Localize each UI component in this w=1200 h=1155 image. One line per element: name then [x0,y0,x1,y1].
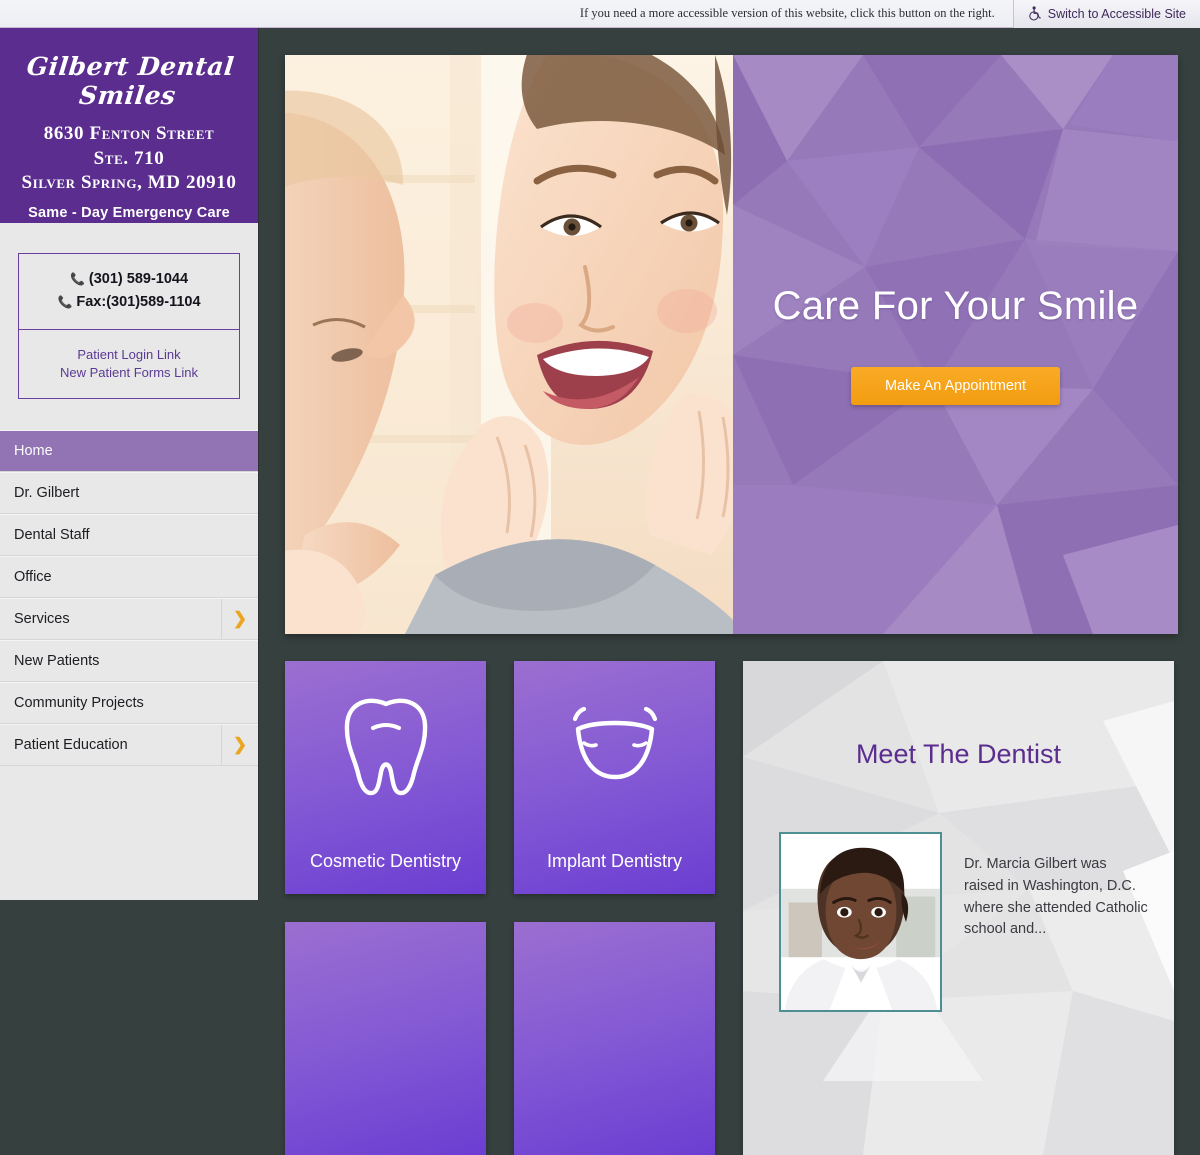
sidebar-item-dr-gilbert[interactable]: Dr. Gilbert [0,472,258,515]
sidebar-item-patient-education[interactable]: Patient Education ❯ [0,724,258,767]
dentist-portrait-illustration [781,834,940,1010]
dentist-avatar [779,832,942,1012]
make-an-appointment-button[interactable]: Make An Appointment [850,367,1061,405]
hero-title: Care For Your Smile [772,284,1139,328]
smile-icon [572,706,657,780]
service-card-label: Cosmetic Dentistry [309,851,462,871]
switch-to-accessible-site-button[interactable]: Switch to Accessible Site [1012,0,1200,28]
phone-number: (301) 589-1044 [88,271,189,287]
hero-panel: Care For Your Smile Make An Appointment [733,55,1178,634]
dentist-bio-text: Dr. Marcia Gilbert was raised in Washing… [964,856,1148,938]
chevron-right-icon[interactable]: ❯ [221,599,258,640]
address-line-1: 8630 Fenton Street [43,123,215,144]
accessibility-note: If you need a more accessible version of… [579,6,995,20]
service-card-label: Implant Dentistry [546,851,683,871]
meet-the-dentist-panel[interactable]: Meet The Dentist Dr. Marcia Gilbert was … [743,661,1174,1155]
sidebar-item-label: Office [14,569,52,586]
switch-to-accessible-site-label: Switch to Accessible Site [1047,6,1186,21]
address-line-3: Silver Spring, MD 20910 [21,172,237,194]
sidebar-item-label: Community Projects [14,695,144,712]
phone-number-row[interactable]: 📞 (301) 589-1044 [27,268,231,291]
service-card-implant-dentistry[interactable]: Implant Dentistry [514,661,715,894]
address-line-2: Ste. 710 [93,147,165,169]
main-navigation: Home Dr. Gilbert Dental Staff Office Ser… [0,430,258,767]
sidebar-item-dental-staff[interactable]: Dental Staff [0,514,258,557]
sidebar-item-new-patients[interactable]: New Patients [0,640,258,683]
sidebar-item-community-projects[interactable]: Community Projects [0,682,258,725]
sidebar-item-label: Home [14,443,53,460]
sidebar-item-office[interactable]: Office [0,556,258,599]
sidebar-item-label: Dr. Gilbert [14,485,80,502]
phone-box: 📞 (301) 589-1044 📞 Fax:(301)589-1104 [18,253,240,331]
sidebar-item-label: Services [14,611,70,628]
practice-logo-block[interactable]: Gilbert Dental Smiles 8630 Fenton Street… [0,28,258,223]
hero-lowpoly-background [733,55,1178,634]
service-card-3[interactable] [285,922,486,1155]
hero-photo [285,55,733,634]
patient-login-link[interactable]: Patient Login Link [27,346,231,364]
fax-number: Fax:(301)589-1104 [76,294,201,311]
practice-name: Gilbert Dental Smiles [25,52,236,110]
new-patient-forms-link[interactable]: New Patient Forms Link [27,364,231,382]
sidebar-item-label: New Patients [14,653,100,670]
main-content: Care For Your Smile Make An Appointment … [259,28,1200,1155]
dentist-body: Dr. Marcia Gilbert was raised in Washing… [743,770,1174,1012]
service-card-4[interactable] [514,922,715,1155]
fax-number-row: 📞 Fax:(301)589-1104 [27,291,231,314]
phone-icon: 📞 [57,295,73,310]
sidebar-item-label: Dental Staff [14,527,90,544]
chevron-right-icon[interactable]: ❯ [221,725,258,766]
emergency-care-tagline: Same - Day Emergency Care [28,205,230,222]
services-and-dentist-row: Cosmetic Dentistry Implant Dentistry Mee… [285,661,1178,1155]
hero-banner: Care For Your Smile Make An Appointment [285,55,1178,634]
sidebar-item-label: Patient Education [14,737,128,754]
phone-icon: 📞 [69,272,85,286]
accessibility-bar: If you need a more accessible version of… [0,0,1200,28]
hero-photo-illustration [285,55,733,634]
sidebar-item-services[interactable]: Services ❯ [0,598,258,641]
contact-section: 📞 (301) 589-1044 📞 Fax:(301)589-1104 Patie… [0,223,258,400]
patient-links-box: Patient Login Link New Patient Forms Lin… [18,330,240,400]
service-card-cosmetic-dentistry[interactable]: Cosmetic Dentistry [285,661,486,894]
service-cards-column-1: Cosmetic Dentistry [285,661,486,1155]
service-cards-column-2: Implant Dentistry [514,661,715,1155]
sidebar-item-home[interactable]: Home [0,430,258,473]
sidebar: Gilbert Dental Smiles 8630 Fenton Street… [0,28,259,900]
tooth-icon [344,698,427,796]
meet-the-dentist-title: Meet The Dentist [855,739,1062,769]
wheelchair-icon [1028,6,1041,21]
